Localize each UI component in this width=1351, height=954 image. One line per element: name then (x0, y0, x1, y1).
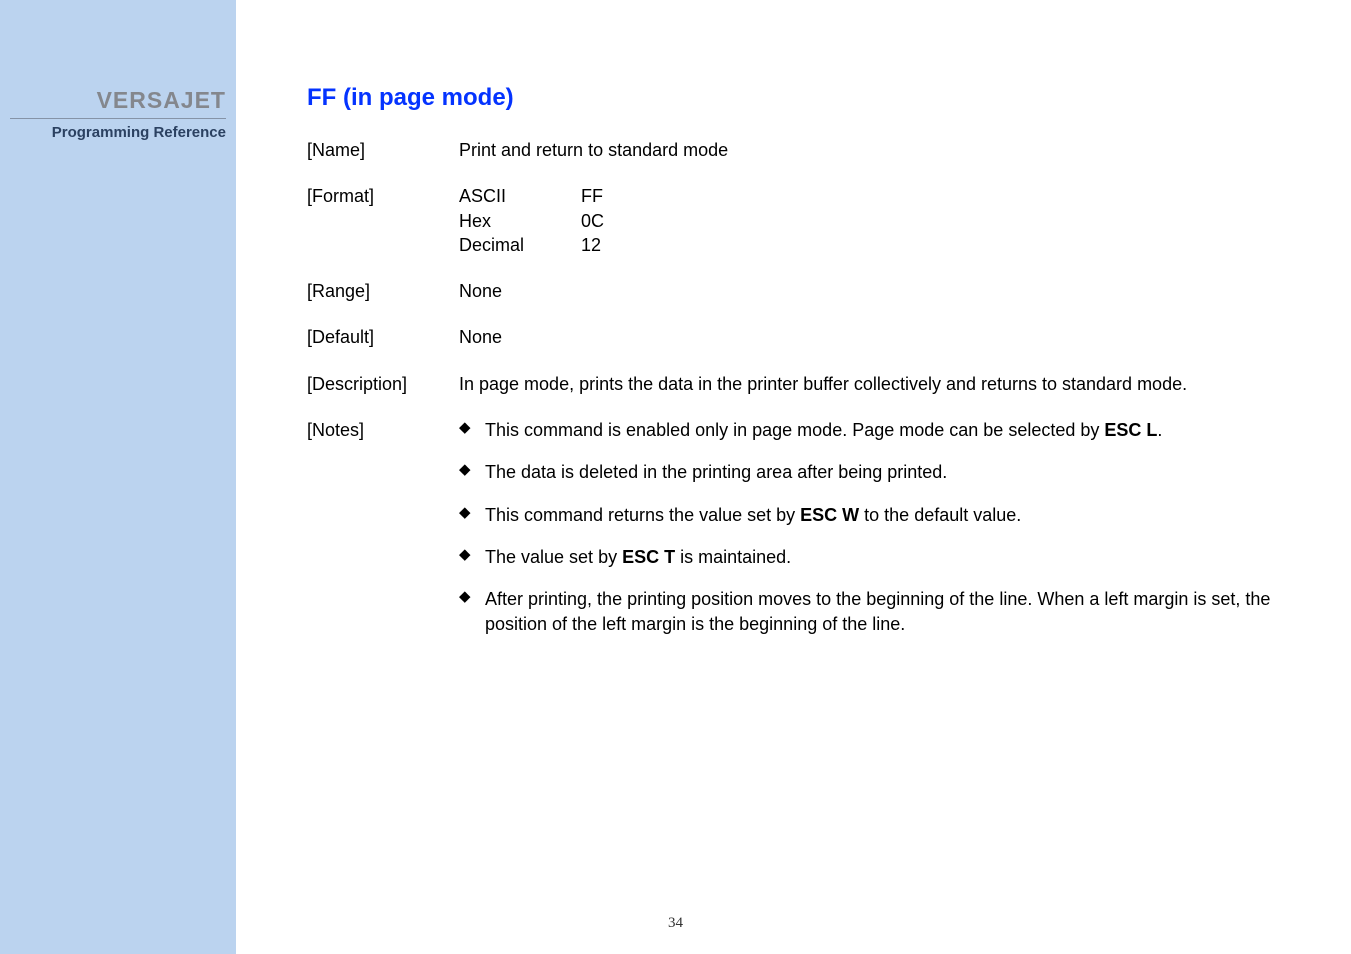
description-label: [Description] (307, 372, 459, 396)
note-post: is maintained. (675, 547, 791, 567)
note-bold: ESC W (800, 505, 859, 525)
default-row: [Default] None (307, 325, 1291, 349)
page-title: FF (in page mode) (307, 84, 1291, 112)
note-post: to the default value. (859, 505, 1021, 525)
format-line: Hex 0C (459, 209, 1291, 233)
page-number: 34 (0, 915, 1351, 932)
format-row: [Format] ASCII FF Hex 0C Decimal 12 (307, 184, 1291, 257)
range-label: [Range] (307, 279, 459, 303)
description-row: [Description] In page mode, prints the d… (307, 372, 1291, 396)
default-value: None (459, 325, 1291, 349)
format-line: ASCII FF (459, 184, 1291, 208)
notes-item: After printing, the printing position mo… (459, 587, 1291, 636)
note-pre: The value set by (485, 547, 622, 567)
format-body: ASCII FF Hex 0C Decimal 12 (459, 184, 1291, 257)
reference-subtitle: Programming Reference (0, 124, 226, 141)
notes-label: [Notes] (307, 418, 459, 654)
note-bold: ESC L (1104, 420, 1157, 440)
default-label: [Default] (307, 325, 459, 349)
format-val: FF (581, 184, 603, 208)
format-val: 0C (581, 209, 604, 233)
note-pre: The data is deleted in the printing area… (485, 462, 947, 482)
notes-item: The data is deleted in the printing area… (459, 460, 1291, 484)
name-value: Print and return to standard mode (459, 138, 1291, 162)
sidebar: VERSAJET Programming Reference (0, 0, 236, 954)
notes-item: This command is enabled only in page mod… (459, 418, 1291, 442)
name-row: [Name] Print and return to standard mode (307, 138, 1291, 162)
note-pre: This command returns the value set by (485, 505, 800, 525)
notes-list: This command is enabled only in page mod… (459, 418, 1291, 636)
note-post: . (1157, 420, 1162, 440)
notes-item: The value set by ESC T is maintained. (459, 545, 1291, 569)
range-row: [Range] None (307, 279, 1291, 303)
notes-row: [Notes] This command is enabled only in … (307, 418, 1291, 654)
notes-item: This command returns the value set by ES… (459, 503, 1291, 527)
format-label: [Format] (307, 184, 459, 257)
format-key: Decimal (459, 233, 581, 257)
format-val: 12 (581, 233, 601, 257)
content-area: FF (in page mode) [Name] Print and retur… (307, 84, 1291, 676)
format-line: Decimal 12 (459, 233, 1291, 257)
note-bold: ESC T (622, 547, 675, 567)
range-value: None (459, 279, 1291, 303)
brand-divider (10, 118, 226, 119)
format-key: ASCII (459, 184, 581, 208)
description-value: In page mode, prints the data in the pri… (459, 372, 1291, 396)
format-key: Hex (459, 209, 581, 233)
brand-title: VERSAJET (0, 87, 226, 114)
note-pre: This command is enabled only in page mod… (485, 420, 1104, 440)
note-pre: After printing, the printing position mo… (485, 589, 1270, 633)
notes-body: This command is enabled only in page mod… (459, 418, 1291, 654)
name-label: [Name] (307, 138, 459, 162)
